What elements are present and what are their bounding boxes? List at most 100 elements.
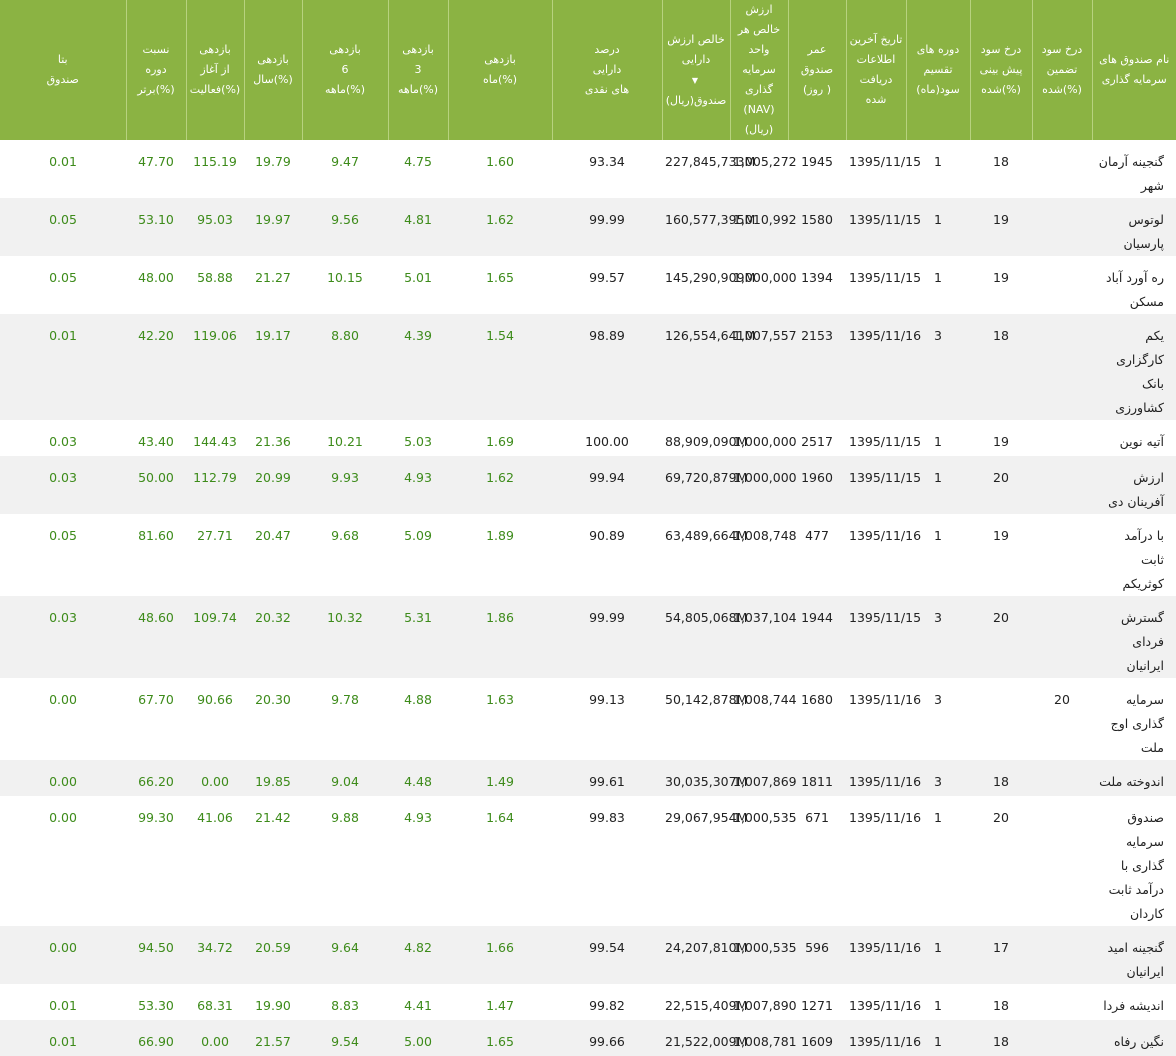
cell-nav: 1,008,781 bbox=[730, 1020, 797, 1056]
cell-start: 68.31 bbox=[197, 998, 233, 1013]
cell-nav: 1,000,000 bbox=[733, 434, 797, 449]
column-header-nav[interactable]: ارزش خالص هر واحد سرمایه گذاری (NAV)(ریال) bbox=[730, 0, 789, 140]
cell-start: 90.66 bbox=[197, 692, 233, 707]
cell-date: 1395/11/16 bbox=[849, 810, 922, 825]
column-header-line: دوره bbox=[145, 63, 167, 76]
cell-nav: 1,000,000 bbox=[733, 270, 797, 285]
cell-date: 1395/11/16 bbox=[849, 692, 922, 707]
table-row[interactable]: 0.01 66.90 0.00 21.57 9.54 5.00 1.65 99.66 21,52… bbox=[0, 1020, 1176, 1056]
cell-beta: 0.00 bbox=[49, 810, 77, 825]
table-row[interactable]: 0.00 66.20 0.00 19.85 9.04 4.48 1.49 99.61 30,03… bbox=[0, 760, 1176, 796]
cell-age: 1609 bbox=[788, 1020, 846, 1056]
column-header-forecast[interactable]: درخ سود پیش بینی شده(%) bbox=[970, 0, 1033, 140]
cell-beta: 0.03 bbox=[49, 434, 77, 449]
table-row[interactable]: 0.00 94.50 34.72 20.59 9.64 4.82 1.66 99.54 24,2… bbox=[0, 926, 1176, 984]
table-row[interactable]: 0.05 81.60 27.71 20.47 9.68 5.09 1.89 90.89 63,4… bbox=[0, 514, 1176, 596]
column-header-line: ماه(%) bbox=[482, 73, 518, 86]
cell-y1: 21.36 bbox=[255, 434, 291, 449]
table-row[interactable]: 0.01 42.20 119.06 19.17 8.80 4.39 1.54 98.89 126… bbox=[0, 314, 1176, 420]
column-header-line: صندوق bbox=[46, 73, 79, 86]
column-header-line: 6 bbox=[341, 63, 349, 76]
cell-forecast: 19 bbox=[993, 434, 1009, 449]
table-row[interactable]: 0.05 53.10 95.03 19.97 9.56 4.81 1.62 99.99 160,… bbox=[0, 198, 1176, 256]
column-header-line: سال(%) bbox=[253, 73, 293, 86]
table-row[interactable]: 0.00 67.70 90.66 20.30 9.78 4.88 1.63 99.13 50,1… bbox=[0, 678, 1176, 760]
column-header-y1[interactable]: بازدهی سال(%) bbox=[244, 0, 303, 140]
column-header-period[interactable]: دوره های تقسیم سود(ماه) bbox=[906, 0, 971, 140]
cell-total: 145,290,909M bbox=[665, 270, 756, 285]
cell-nav: 1,037,104 bbox=[730, 596, 797, 678]
fund-name-cell: اندیشه فردا bbox=[1092, 984, 1176, 1020]
column-header-guaranteed[interactable]: درخ سود تضمین شده(%) bbox=[1032, 0, 1093, 140]
cell-rank: 66.90 bbox=[126, 1020, 186, 1056]
cell-m6: 10.32 bbox=[302, 596, 388, 678]
fund-name-line: سرمایه گذاری اوج bbox=[1110, 692, 1164, 731]
cell-m3: 4.81 bbox=[388, 198, 448, 256]
column-header-line: (روز ) bbox=[802, 83, 832, 96]
cell-forecast: 18 bbox=[970, 314, 1032, 420]
cell-m6: 8.83 bbox=[331, 998, 359, 1013]
cell-y1: 20.30 bbox=[255, 692, 291, 707]
cell-start: 112.79 bbox=[186, 456, 244, 514]
column-header-line: دریافت شده bbox=[859, 73, 893, 106]
column-header-cash[interactable]: درصد دارایی های نقدی bbox=[552, 0, 663, 140]
sort-desc-icon[interactable]: ▼ bbox=[692, 71, 698, 91]
cell-start: 27.71 bbox=[197, 528, 233, 543]
column-header-name[interactable]: نام صندوق های سرمایه گذاری bbox=[1092, 0, 1176, 140]
table-row[interactable]: 0.03 43.40 144.43 21.36 10.21 5.03 1.69 100.00 8… bbox=[0, 420, 1176, 456]
column-header-line: تقسیم bbox=[923, 63, 953, 76]
cell-y1: 20.47 bbox=[255, 528, 291, 543]
column-header-line: بازدهی bbox=[402, 43, 434, 56]
column-header-age[interactable]: عمر صندوق (روز ) bbox=[788, 0, 847, 140]
cell-guaranteed bbox=[1032, 514, 1092, 596]
cell-start: 0.00 bbox=[186, 1020, 244, 1056]
fund-name-cell: آتیه نوین bbox=[1092, 420, 1176, 456]
cell-m1: 1.65 bbox=[486, 270, 514, 285]
cell-start: 58.88 bbox=[197, 270, 233, 285]
cell-forecast: 17 bbox=[970, 926, 1032, 984]
table-row[interactable]: 0.01 53.30 68.31 19.90 8.83 4.41 1.47 99.82 22,5… bbox=[0, 984, 1176, 1020]
cell-forecast: 20 bbox=[970, 456, 1032, 514]
column-header-date[interactable]: تاریخ آخرین اطلاعات دریافت شده bbox=[846, 0, 907, 140]
cell-total: 54,805,068M bbox=[662, 596, 747, 678]
cell-m3: 4.39 bbox=[388, 314, 448, 420]
cell-rank: 42.20 bbox=[126, 314, 186, 420]
fund-name-line: ره آورد آباد مسکن bbox=[1106, 270, 1164, 309]
column-header-m6[interactable]: بازدهی 6 ماهه(%) bbox=[302, 0, 389, 140]
table-row[interactable]: 0.03 48.60 109.74 20.32 10.32 5.31 1.86 99.99 54… bbox=[0, 596, 1176, 678]
cell-guaranteed bbox=[1032, 198, 1092, 256]
column-header-line: فعالیت(%) bbox=[189, 83, 241, 96]
cell-start: 0.00 bbox=[186, 760, 244, 796]
cell-guaranteed bbox=[1032, 314, 1092, 420]
cell-age: 1960 bbox=[788, 456, 846, 514]
cell-guaranteed bbox=[1032, 926, 1092, 984]
cell-m6: 9.04 bbox=[302, 760, 388, 796]
cell-y1: 19.85 bbox=[244, 760, 302, 796]
column-header-start[interactable]: بازدهی از آغاز فعالیت(%) bbox=[186, 0, 245, 140]
cell-start: 95.03 bbox=[186, 198, 244, 256]
column-header-total[interactable]: خالص ارزش دارایی ▼ صندوق(ریال) bbox=[662, 0, 731, 140]
cell-y1: 20.59 bbox=[244, 926, 302, 984]
table-row[interactable]: 0.00 99.30 41.06 21.42 9.88 4.93 1.64 99.83 29,0… bbox=[0, 796, 1176, 926]
cell-beta: 0.00 bbox=[0, 926, 126, 984]
table-row[interactable]: 0.03 50.00 112.79 20.99 9.93 4.93 1.62 99.94 69,… bbox=[0, 456, 1176, 514]
table-row[interactable]: 0.05 48.00 58.88 21.27 10.15 5.01 1.65 99.57 145… bbox=[0, 256, 1176, 314]
column-header-line: تاریخ آخرین bbox=[849, 33, 903, 46]
column-header-rank[interactable]: نسبت دوره برتر(%) bbox=[126, 0, 187, 140]
column-header-line: بتا bbox=[57, 53, 68, 66]
column-header-line: دارایی bbox=[681, 52, 711, 66]
cell-date: 1395/11/15 bbox=[849, 154, 922, 169]
column-header-m1[interactable]: بازدهی ماه(%) bbox=[448, 0, 553, 140]
column-header-beta[interactable]: بتا صندوق bbox=[0, 0, 127, 140]
fund-name-line: گنجینه آرمان شهر bbox=[1098, 154, 1164, 193]
table-row[interactable]: 0.01 47.70 115.19 19.79 9.47 4.75 1.60 93.34 227… bbox=[0, 140, 1176, 198]
cell-m3: 4.75 bbox=[404, 154, 432, 169]
column-header-m3[interactable]: بازدهی 3 ماهه(%) bbox=[388, 0, 449, 140]
cell-total: 88,909,090M bbox=[665, 434, 748, 449]
cell-nav: 1,008,748 bbox=[733, 528, 797, 543]
cell-cash: 99.82 bbox=[589, 998, 625, 1013]
cell-nav: 1,007,557 bbox=[730, 314, 797, 420]
cell-date: 1395/11/15 bbox=[846, 596, 921, 678]
cell-m1: 1.63 bbox=[486, 692, 514, 707]
cell-cash: 99.83 bbox=[589, 810, 625, 825]
